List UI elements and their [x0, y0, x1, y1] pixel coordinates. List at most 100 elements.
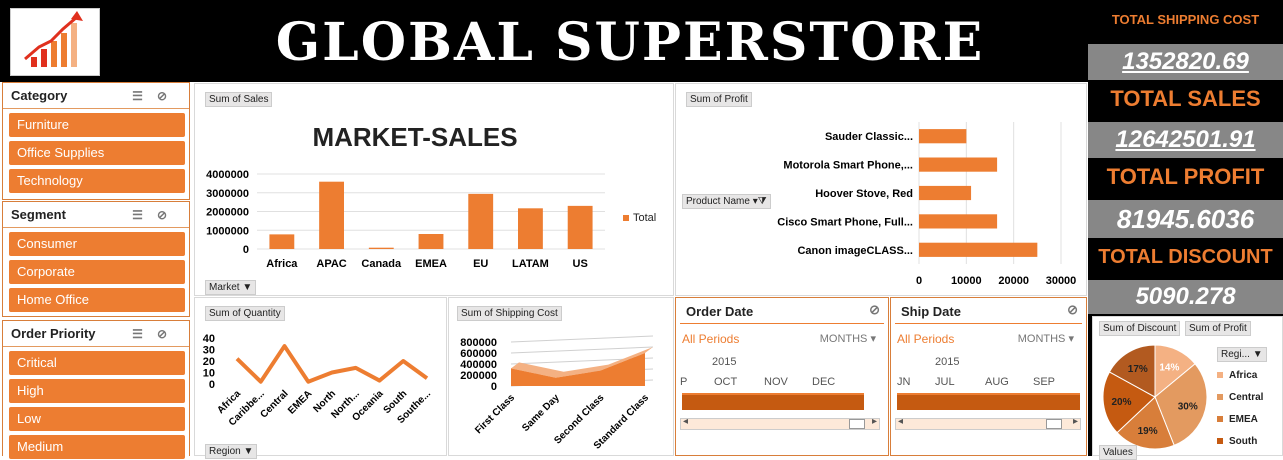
pie-region-tag[interactable]: Regi... ▼	[1217, 347, 1267, 362]
region-filter-label: Region	[209, 446, 241, 457]
scroll-right-icon[interactable]: ▸	[872, 416, 877, 427]
sum-of-shipping-tag[interactable]: Sum of Shipping Cost	[457, 306, 562, 321]
y-tick-label: 40	[203, 333, 215, 345]
kpi-profit-label: TOTAL PROFIT	[1106, 164, 1265, 189]
kpi-sales-value: 12642501.91	[1088, 122, 1283, 158]
pie-chart: 14% 30% 19% 20% 17%	[1102, 344, 1208, 450]
slicer-item-corporate[interactable]: Corporate	[9, 260, 185, 284]
chart-legend: Total	[623, 212, 656, 224]
priority-slicer: Order Priority ☰⊘ Critical High Low Mediu…	[2, 320, 190, 459]
slicer-item-medium[interactable]: Medium	[9, 435, 185, 459]
market-filter-tag[interactable]: Market ▼	[205, 280, 257, 295]
kpi-profit-value: 81945.6036	[1088, 200, 1283, 238]
all-periods-label: All Periods	[897, 332, 955, 346]
sum-of-profit-tag[interactable]: Sum of Profit	[686, 92, 752, 107]
dropdown-icon: ▼	[242, 282, 253, 293]
timeline-selection-bar[interactable]	[897, 393, 1080, 410]
x-tick-label: EMEA	[415, 258, 447, 270]
period-unit-select[interactable]: MONTHS ▾	[820, 332, 876, 345]
y-tick-label: Hoover Stove, Red	[815, 188, 913, 200]
slicer-item-low[interactable]: Low	[9, 407, 185, 431]
scroll-thumb[interactable]	[849, 419, 865, 429]
x-tick-label: 0	[916, 275, 922, 287]
x-tick-label: APAC	[316, 258, 346, 270]
x-tick-label: 30000	[1046, 275, 1077, 287]
period-unit-select[interactable]: MONTHS ▾	[1018, 332, 1074, 345]
scroll-right-icon[interactable]: ▸	[1073, 416, 1078, 427]
slicer-item-technology[interactable]: Technology	[9, 169, 185, 193]
filter-icon: ▼	[1252, 349, 1263, 360]
multi-select-icon[interactable]: ☰	[132, 327, 157, 341]
clear-filter-icon[interactable]: ⊘	[157, 327, 181, 341]
pie-data-label: 19%	[1138, 426, 1158, 437]
slicer-item-office-supplies[interactable]: Office Supplies	[9, 141, 185, 165]
sum-of-quantity-tag[interactable]: Sum of Quantity	[205, 306, 285, 321]
slicer-title: Order Priority	[11, 326, 96, 341]
clear-filter-icon[interactable]: ⊘	[157, 89, 181, 103]
x-tick-label: Same Day	[520, 392, 562, 434]
bar	[468, 193, 494, 249]
multi-select-icon[interactable]: ☰	[132, 208, 157, 222]
x-tick-label: Canada	[361, 258, 402, 270]
x-tick-label: 10000	[951, 275, 982, 287]
scroll-left-icon[interactable]: ◂	[683, 416, 688, 427]
all-periods-label: All Periods	[682, 332, 740, 346]
y-tick-label: Sauder Classic...	[825, 131, 913, 143]
y-tick-label: 30	[203, 345, 215, 357]
pie-discount-tag[interactable]: Sum of Discount	[1099, 321, 1181, 336]
scroll-left-icon[interactable]: ◂	[898, 416, 903, 427]
y-tick-label: 3000000	[206, 188, 249, 200]
clear-filter-icon[interactable]: ⊘	[1067, 302, 1078, 318]
y-tick-label: Motorola Smart Phone,...	[783, 160, 913, 172]
slicer-item-furniture[interactable]: Furniture	[9, 113, 185, 137]
order-date-timeline: Order Date ⊘ All Periods MONTHS ▾ 2015 P …	[675, 297, 889, 456]
gridline	[510, 335, 654, 343]
pie-profit-tag[interactable]: Sum of Profit	[1185, 321, 1251, 336]
clear-filter-icon[interactable]: ⊘	[157, 208, 181, 222]
y-tick-label: 20	[203, 356, 215, 368]
slicer-item-home-office[interactable]: Home Office	[9, 288, 185, 312]
quantity-chart: 403020100AfricaCaribbe...CentralEMEANort…	[203, 333, 434, 428]
x-tick-label: US	[573, 258, 588, 270]
timeline-year: 2015	[935, 356, 960, 368]
logo-icon	[10, 8, 100, 76]
timeline-selection-bar[interactable]	[682, 393, 864, 410]
category-slicer: Category ☰⊘ Furniture Office Supplies Tec…	[2, 82, 190, 200]
pie-values-tag[interactable]: Values	[1099, 445, 1137, 460]
chart-title: MARKET-SALES	[312, 122, 518, 152]
slicer-item-high[interactable]: High	[9, 379, 185, 403]
sum-of-sales-tag[interactable]: Sum of Sales	[205, 92, 273, 107]
bar	[919, 214, 998, 229]
timeline-scrollbar[interactable]: ◂ ▸	[895, 416, 1081, 430]
kpi-sales-label: TOTAL SALES	[1110, 86, 1261, 111]
shipping-chart: 8000006000004000002000000First Class Same…	[460, 335, 654, 452]
x-tick-label: 20000	[998, 275, 1029, 287]
clear-filter-icon[interactable]: ⊘	[869, 302, 880, 318]
slicer-item-consumer[interactable]: Consumer	[9, 232, 185, 256]
gridline	[510, 346, 654, 354]
market-filter-label: Market	[209, 282, 240, 293]
quantity-panel: Sum of Quantity 40 30 20 10 0 Africa Caribbe..…	[194, 297, 447, 459]
region-filter-tag[interactable]: Region ▼	[205, 444, 258, 459]
timeline-title: Order Date	[686, 304, 754, 319]
profit-chart: 0 10000 20000 30000 Sauder Classic... Motorol…	[777, 122, 1077, 287]
multi-select-icon[interactable]: ☰	[132, 89, 157, 103]
pie-data-label: 20%	[1111, 397, 1131, 408]
timeline-year: 2015	[712, 356, 737, 368]
kpi-discount-value: 5090.278	[1088, 280, 1283, 314]
profit-panel: Sum of Profit Product Name ▾⧩ 0 10000 2000…	[675, 83, 1087, 296]
kpi-discount-label: TOTAL DISCOUNT	[1098, 246, 1273, 268]
scroll-thumb[interactable]	[1046, 419, 1062, 429]
legend-item: EMEA	[1217, 409, 1263, 431]
timeline-scrollbar[interactable]: ◂ ▸	[680, 416, 880, 430]
legend-item: Central	[1217, 387, 1263, 409]
pie-legend: Africa Central EMEA South	[1217, 365, 1263, 453]
legend-item: Africa	[1217, 365, 1263, 387]
bar	[319, 181, 344, 249]
y-tick-label: Canon imageCLASS...	[797, 245, 913, 257]
x-tick-label: LATAM	[512, 258, 549, 270]
x-tick-label: EU	[473, 258, 488, 270]
slicer-item-critical[interactable]: Critical	[9, 351, 185, 375]
bar	[919, 185, 972, 201]
y-tick-label: 2000000	[206, 207, 249, 219]
